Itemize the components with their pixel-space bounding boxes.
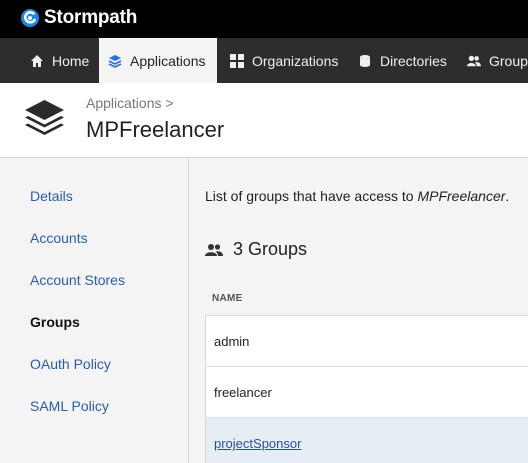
- description-app-name: MPFreelancer: [417, 188, 506, 204]
- database-icon: [360, 54, 370, 67]
- group-name: admin: [214, 334, 250, 349]
- sidebar-item-oauth-policy[interactable]: OAuth Policy: [30, 356, 111, 372]
- groups-heading: 3 Groups: [205, 239, 307, 260]
- home-icon: [31, 54, 43, 67]
- users-icon: [205, 243, 223, 256]
- users-icon: [467, 55, 481, 66]
- sidebar-item-accounts[interactable]: Accounts: [30, 230, 88, 246]
- nav-label-organizations: Organizations: [252, 52, 339, 69]
- brand-logo[interactable]: Stormpath: [20, 6, 137, 30]
- sidebar: Details Accounts Account Stores Groups O…: [0, 158, 189, 463]
- breadcrumb-separator: >: [165, 95, 174, 111]
- page-header: Applications > MPFreelancer: [0, 83, 528, 158]
- layers-icon: [25, 100, 64, 135]
- sidebar-item-details[interactable]: Details: [30, 188, 73, 204]
- nav-item-directories[interactable]: Directories: [345, 38, 455, 83]
- table-row[interactable]: projectSponsor: [206, 418, 528, 463]
- stormpath-logo-icon: [21, 9, 39, 27]
- nav-label-home: Home: [52, 52, 90, 69]
- main-nav: Home Applications Organizations Director…: [0, 38, 528, 83]
- sidebar-item-saml-policy[interactable]: SAML Policy: [30, 398, 109, 414]
- table-row[interactable]: admin: [206, 316, 528, 367]
- column-header-name[interactable]: NAME: [212, 293, 243, 304]
- table-row[interactable]: freelancer: [206, 367, 528, 418]
- nav-item-home[interactable]: Home: [0, 38, 99, 83]
- grid-icon: [230, 53, 244, 68]
- page-title: MPFreelancer: [86, 117, 225, 142]
- breadcrumb: Applications >: [86, 95, 174, 111]
- nav-label-applications: Applications: [130, 52, 206, 69]
- description-suffix: .: [505, 188, 510, 204]
- nav-label-groups: Groups: [489, 52, 528, 69]
- sidebar-item-account-stores[interactable]: Account Stores: [30, 272, 125, 288]
- nav-label-directories: Directories: [380, 52, 447, 69]
- top-bar: Stormpath: [0, 0, 528, 38]
- nav-item-applications[interactable]: Applications: [99, 38, 217, 83]
- nav-item-groups[interactable]: Groups: [455, 38, 528, 83]
- nav-item-organizations[interactable]: Organizations: [217, 38, 345, 83]
- groups-description: List of groups that have access to MPFre…: [205, 188, 509, 204]
- sidebar-item-groups[interactable]: Groups: [30, 314, 80, 330]
- group-name-link[interactable]: projectSponsor: [214, 436, 301, 451]
- description-prefix: List of groups that have access to: [205, 188, 418, 204]
- layers-icon: [108, 54, 122, 68]
- main-content: List of groups that have access to MPFre…: [190, 158, 528, 463]
- groups-count: 3 Groups: [233, 239, 308, 259]
- group-name: freelancer: [214, 385, 272, 400]
- groups-table: admin freelancer projectSponsor: [205, 315, 528, 463]
- brand-name: Stormpath: [44, 7, 138, 28]
- breadcrumb-applications[interactable]: Applications: [86, 95, 162, 111]
